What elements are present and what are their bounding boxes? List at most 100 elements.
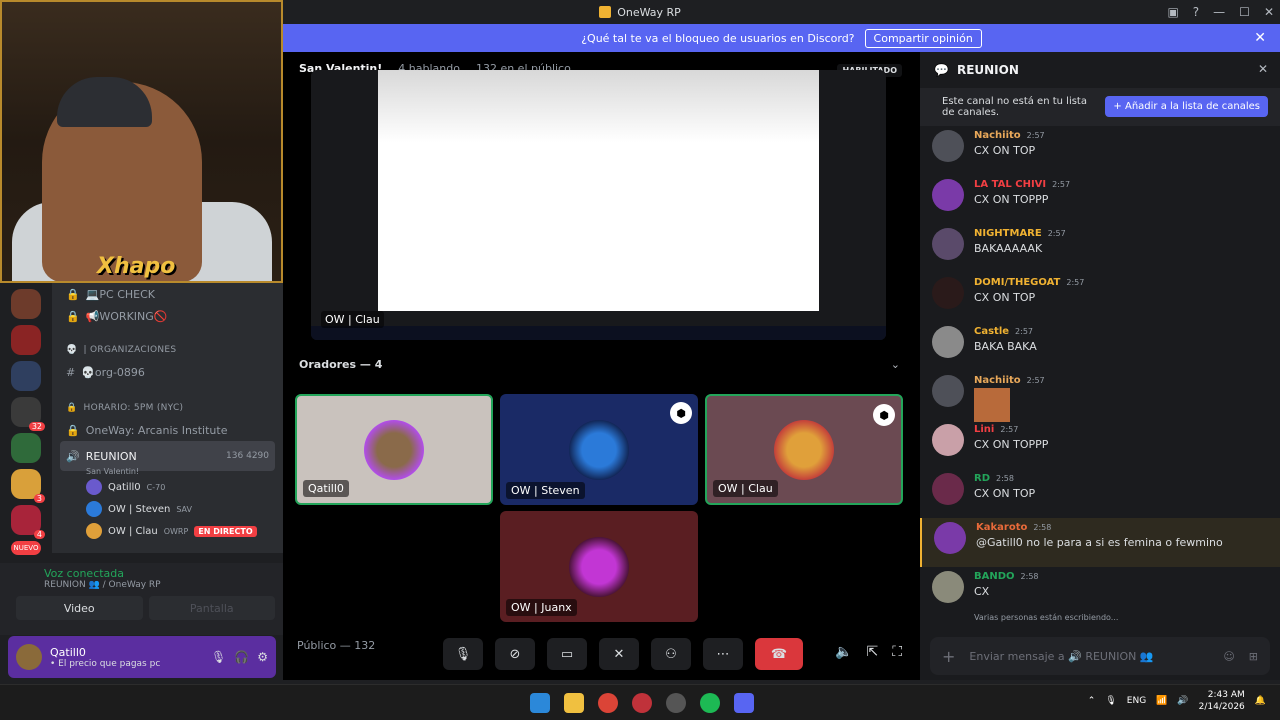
close-button[interactable]: ✕ [1264,5,1274,19]
server-icon[interactable]: 3 [11,469,45,503]
chevron-up-icon[interactable]: ⌃ [1088,696,1096,706]
voice-user[interactable]: Qatill0 C-70 [52,476,283,498]
mic-button[interactable]: 🎙 [443,638,483,670]
avatar[interactable] [16,644,42,670]
moderator-icon: ⬢ [873,404,895,426]
discord-icon[interactable] [734,693,754,713]
avatar [932,473,964,505]
emoji-icon[interactable]: ☺ [1223,650,1234,663]
language-indicator[interactable]: ENG [1127,696,1146,706]
webcam-overlay: Xhapo [0,0,283,283]
plus-icon[interactable]: + [942,647,955,666]
screen-share-button[interactable]: Pantalla [148,596,275,620]
message[interactable]: NIGHTMARE 2:57 BAKAAAAAK [920,224,1280,273]
category-header[interactable]: 💀 | ORGANIZACIONES [52,339,283,361]
message[interactable]: LA TAL CHIVI 2:57 CX ON TOPPP [920,175,1280,224]
inbox-icon[interactable]: ▣ [1167,5,1178,19]
stage-view: San Valentin! 4 hablando 132 en el públi… [283,52,920,680]
add-channel-button[interactable]: + Añadir a la lista de canales [1105,96,1268,117]
chevron-down-icon[interactable]: ⌄ [891,358,900,371]
channel-item[interactable]: 🔒 OneWay: Arcanis Institute [52,419,283,441]
close-banner-icon[interactable]: ✕ [1254,30,1266,46]
camera-off-button[interactable]: ⊘ [495,638,535,670]
volume-icon[interactable]: 🔈 [835,644,852,660]
more-options-button[interactable]: ⋯ [703,638,743,670]
channel-item[interactable]: 🔒 📢WORKING🚫 [52,305,283,327]
server-icon[interactable] [11,433,41,463]
spotify-icon[interactable] [700,693,720,713]
unread-badge: 4 [33,530,45,539]
voice-user[interactable]: OW | Clau OWRP EN DIRECTO [52,520,283,542]
server-icon[interactable] [11,289,41,319]
message-mention[interactable]: Kakaroto 2:58 @Gatill0 no le para a si es … [920,518,1280,567]
speaker-tile[interactable]: OW | Juanx [500,511,698,622]
activities-button[interactable]: ⚇ [651,638,691,670]
text-chat-panel: 💬 REUNION ✕ Este canal no está en tu list… [920,52,1280,680]
server-icon[interactable]: 4 [11,505,45,539]
file-explorer-icon[interactable] [564,693,584,713]
speaker-icon: 🔊 [66,449,80,463]
headphones-icon[interactable]: 🎧 [234,650,249,664]
avatar [86,501,102,517]
hang-up-button[interactable]: ☎ [755,638,803,670]
voice-channel-path: REUNION 👥 / OneWay RP [44,580,161,590]
gear-icon[interactable]: ⚙ [257,650,268,664]
message[interactable]: BANDO 2:58 CX [920,567,1280,616]
speakers-header: Oradores — 4 [299,358,383,371]
avatar [86,523,102,539]
message-list: Nachiito 2:57 CX ON TOP LA TAL CHIVI 2:57 CX… [920,126,1280,626]
hash-icon: # [66,365,76,379]
channel-item[interactable]: # 💀org-0896 [52,361,283,383]
screen-share[interactable]: OW | Clau [311,70,886,340]
popout-icon[interactable]: ⇱ [866,644,878,660]
voice-user[interactable]: OW | Steven SAV [52,498,283,520]
message[interactable]: Nachiito 2:57 [920,371,1280,422]
help-icon[interactable]: ? [1193,5,1199,19]
app-icon[interactable] [632,693,652,713]
apps-icon[interactable]: ⊞ [1249,650,1258,663]
chat-channel-name: REUNION [956,63,1019,77]
obs-icon[interactable] [666,693,686,713]
meme-image[interactable] [974,388,1010,422]
lock-icon: 🔒 [66,309,80,323]
fullscreen-icon[interactable]: ⛶ [892,644,902,660]
server-icon[interactable] [11,361,41,391]
maximize-button[interactable]: ☐ [1239,5,1250,19]
channel-item[interactable]: 🔒 HORARIO: 5PM (NYC) [52,397,283,419]
speaker-tile[interactable]: Qatill0 [295,394,493,505]
deafen-button[interactable]: ✕ [599,638,639,670]
shared-screen-content [378,70,819,311]
avatar [932,424,964,456]
avatar [932,326,964,358]
server-icon[interactable]: 32 [11,397,45,431]
message-input[interactable]: + Enviar mensaje a 🔊 REUNION 👥 ☺ ⊞ [930,637,1270,675]
chat-bubble-icon: 💬 [934,63,949,77]
clock[interactable]: 2:43 AM 2/14/2026 [1199,689,1245,713]
message[interactable]: Nachiito 2:57 CX ON TOP [920,126,1280,175]
message[interactable]: DOMI/THEGOAT 2:57 CX ON TOP [920,273,1280,322]
wifi-icon[interactable]: 📶 [1156,696,1167,706]
app-title: OneWay RP [599,6,681,19]
new-server-badge[interactable]: NUEVO [11,541,41,555]
server-icon[interactable] [11,325,41,355]
mic-icon[interactable]: 🎙 [211,650,226,664]
screen-share-control[interactable]: ▭ [547,638,587,670]
video-button[interactable]: Video [16,596,143,620]
notification-icon[interactable]: 🔔 [1255,696,1266,706]
speaker-tile[interactable]: ⬢ OW | Steven [500,394,698,505]
minimize-button[interactable]: — [1213,5,1225,19]
member-count: 4290 [246,451,269,461]
share-opinion-button[interactable]: Compartir opinión [864,28,982,48]
start-icon[interactable] [530,693,550,713]
avatar [932,130,964,162]
call-controls: 🎙 ⊘ ▭ ✕ ⚇ ⋯ ☎ [443,638,803,670]
volume-tray-icon[interactable]: 🔊 [1177,696,1188,706]
message[interactable]: Lini 2:57 CX ON TOPPP [920,420,1280,469]
message[interactable]: RD 2:58 CX ON TOP [920,469,1280,518]
channel-item[interactable]: 🔒 💻PC CHECK [52,283,283,305]
chrome-icon[interactable] [598,693,618,713]
close-chat-icon[interactable]: ✕ [1258,62,1268,76]
mic-tray-icon[interactable]: 🎙 [1105,696,1116,706]
message[interactable]: Castle 2:57 BAKA BAKA [920,322,1280,371]
speaker-tile[interactable]: ⬢ OW | Clau [705,394,903,505]
